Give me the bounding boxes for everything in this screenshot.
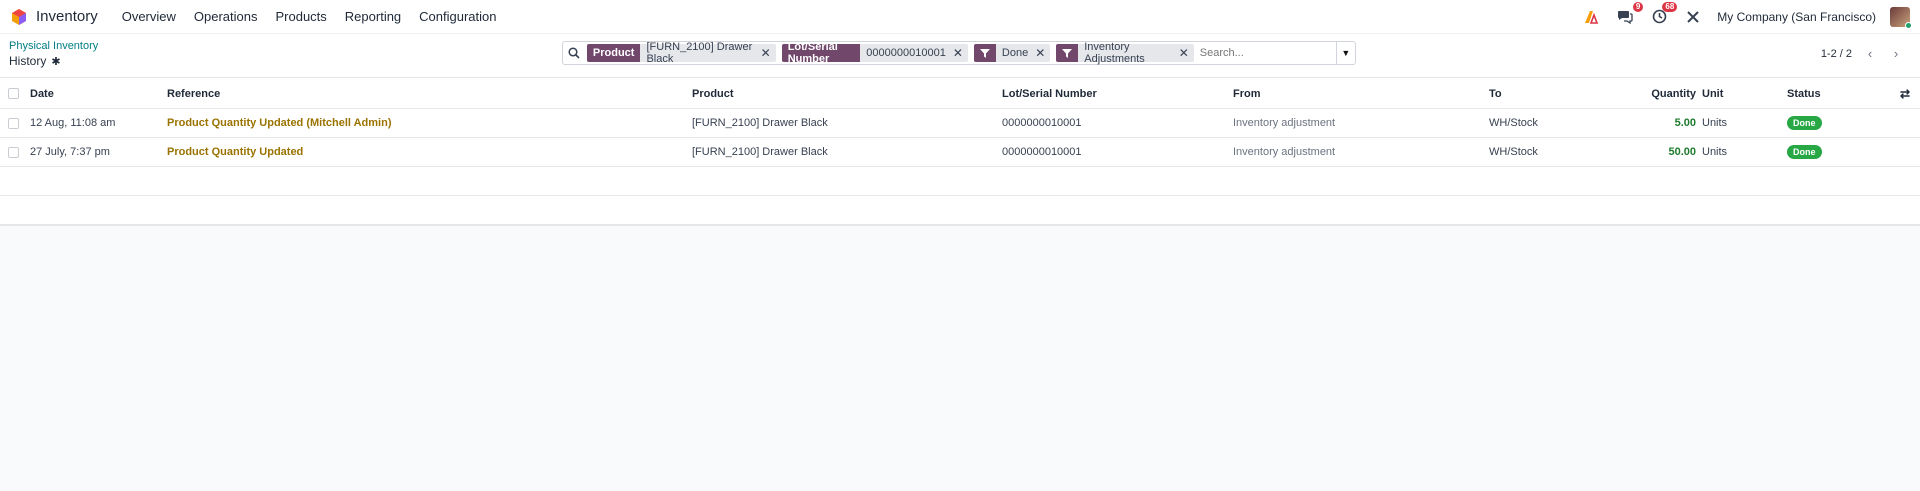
online-status-dot	[1905, 21, 1912, 29]
facet-label: Lot/Serial Number	[781, 41, 861, 65]
column-header-to[interactable]: To	[1489, 88, 1502, 100]
empty-row	[0, 167, 1920, 196]
messages-badge: 9	[1632, 1, 1644, 12]
remove-facet-icon[interactable]: ✕	[758, 44, 776, 62]
page-title-text: History	[9, 54, 47, 68]
cell-unit: Units	[1702, 146, 1728, 158]
main-menu: Overview Operations Products Reporting C…	[114, 5, 505, 28]
ai-icon[interactable]	[1581, 7, 1601, 27]
systray: 9 68 My Company (San Francisco)	[1581, 1, 1912, 29]
pager-next-icon[interactable]: ›	[1888, 46, 1904, 61]
pager: 1-2 / 2 ‹ ›	[1821, 46, 1904, 61]
search-bar: Product [FURN_2100] Drawer Black ✕ Lot/S…	[562, 41, 1356, 65]
messages-icon[interactable]: 9	[1615, 1, 1644, 27]
row-checkbox[interactable]	[8, 117, 19, 129]
table-header: Date Reference Product Lot/Serial Number…	[0, 79, 1920, 109]
table-row[interactable]: 12 Aug, 11:08 am Product Quantity Update…	[0, 109, 1920, 138]
cell-reference[interactable]: Product Quantity Updated	[167, 146, 303, 158]
column-header-unit[interactable]: Unit	[1702, 88, 1723, 100]
cell-to: WH/Stock	[1489, 146, 1538, 158]
menu-products[interactable]: Products	[267, 5, 334, 28]
filter-icon	[973, 44, 996, 62]
user-avatar[interactable]	[1890, 6, 1912, 29]
column-header-status[interactable]: Status	[1787, 88, 1821, 100]
cell-quantity: 5.00	[1674, 117, 1696, 129]
search-options-toggle-icon[interactable]: ▼	[1335, 42, 1355, 64]
breadcrumb-physical-inventory[interactable]: Physical Inventory	[9, 40, 98, 52]
status-badge: Done	[1787, 145, 1822, 159]
facet-value: 0000000010001	[866, 47, 946, 59]
cell-quantity: 50.00	[1668, 146, 1696, 158]
search-input[interactable]	[1199, 47, 1330, 59]
empty-row	[0, 196, 1920, 225]
search-icon[interactable]	[567, 47, 581, 59]
cell-lot: 0000000010001	[1002, 146, 1082, 158]
column-header-product[interactable]: Product	[692, 88, 734, 100]
facet-value: [FURN_2100] Drawer Black	[646, 41, 753, 65]
facet-filter-done: Done ✕	[973, 44, 1051, 62]
move-lines-table: Date Reference Product Lot/Serial Number…	[0, 79, 1920, 225]
gear-icon[interactable]: ✱	[51, 55, 60, 68]
cell-lot: 0000000010001	[1002, 117, 1082, 129]
row-checkbox[interactable]	[8, 146, 19, 158]
menu-operations[interactable]: Operations	[186, 5, 266, 28]
facet-filter-inventory-adjustments: Inventory Adjustments ✕	[1056, 41, 1194, 65]
facet-label: Product	[586, 44, 641, 62]
column-header-reference[interactable]: Reference	[167, 88, 220, 100]
remove-facet-icon[interactable]: ✕	[1176, 44, 1194, 62]
cell-reference[interactable]: Product Quantity Updated (Mitchell Admin…	[167, 117, 391, 129]
cell-date: 12 Aug, 11:08 am	[30, 117, 116, 129]
menu-configuration[interactable]: Configuration	[411, 5, 504, 28]
inventory-app-icon[interactable]	[10, 8, 28, 26]
debug-tools-icon[interactable]	[1683, 7, 1703, 27]
cell-product: [FURN_2100] Drawer Black	[692, 117, 828, 129]
menu-overview[interactable]: Overview	[114, 5, 184, 28]
status-badge: Done	[1787, 116, 1822, 130]
facet-product: Product [FURN_2100] Drawer Black ✕	[586, 41, 776, 65]
remove-facet-icon[interactable]: ✕	[1032, 44, 1050, 62]
table-row[interactable]: 27 July, 7:37 pm Product Quantity Update…	[0, 138, 1920, 167]
top-navbar: Inventory Overview Operations Products R…	[0, 0, 1920, 34]
page-title: History ✱	[9, 54, 61, 68]
control-panel: Physical Inventory History ✱ Product [FU…	[0, 34, 1920, 78]
cell-date: 27 July, 7:37 pm	[30, 146, 110, 158]
column-header-date[interactable]: Date	[30, 88, 54, 100]
optional-columns-icon[interactable]: ⇄	[1900, 87, 1910, 101]
facet-lot-serial: Lot/Serial Number 0000000010001 ✕	[781, 41, 968, 65]
column-header-lot[interactable]: Lot/Serial Number	[1002, 88, 1097, 100]
select-all-checkbox[interactable]	[8, 88, 19, 99]
cell-from: Inventory adjustment	[1233, 146, 1336, 158]
company-switcher[interactable]: My Company (San Francisco)	[1717, 10, 1876, 24]
cell-from: Inventory adjustment	[1233, 117, 1336, 129]
pager-value[interactable]: 1-2 / 2	[1821, 48, 1852, 60]
app-name[interactable]: Inventory	[36, 8, 98, 25]
pager-previous-icon[interactable]: ‹	[1862, 46, 1878, 61]
facet-value: Inventory Adjustments	[1084, 41, 1145, 65]
cell-to: WH/Stock	[1489, 117, 1538, 129]
facet-value: Done	[1001, 47, 1029, 59]
remove-facet-icon[interactable]: ✕	[950, 44, 968, 62]
cell-product: [FURN_2100] Drawer Black	[692, 146, 828, 158]
activities-clock-icon[interactable]: 68	[1649, 1, 1678, 27]
column-header-quantity[interactable]: Quantity	[1600, 88, 1696, 100]
cell-unit: Units	[1702, 117, 1728, 129]
activities-badge: 68	[1662, 1, 1678, 12]
list-background	[0, 225, 1920, 491]
filter-icon	[1056, 44, 1079, 62]
menu-reporting[interactable]: Reporting	[337, 5, 409, 28]
column-header-from[interactable]: From	[1233, 88, 1261, 100]
